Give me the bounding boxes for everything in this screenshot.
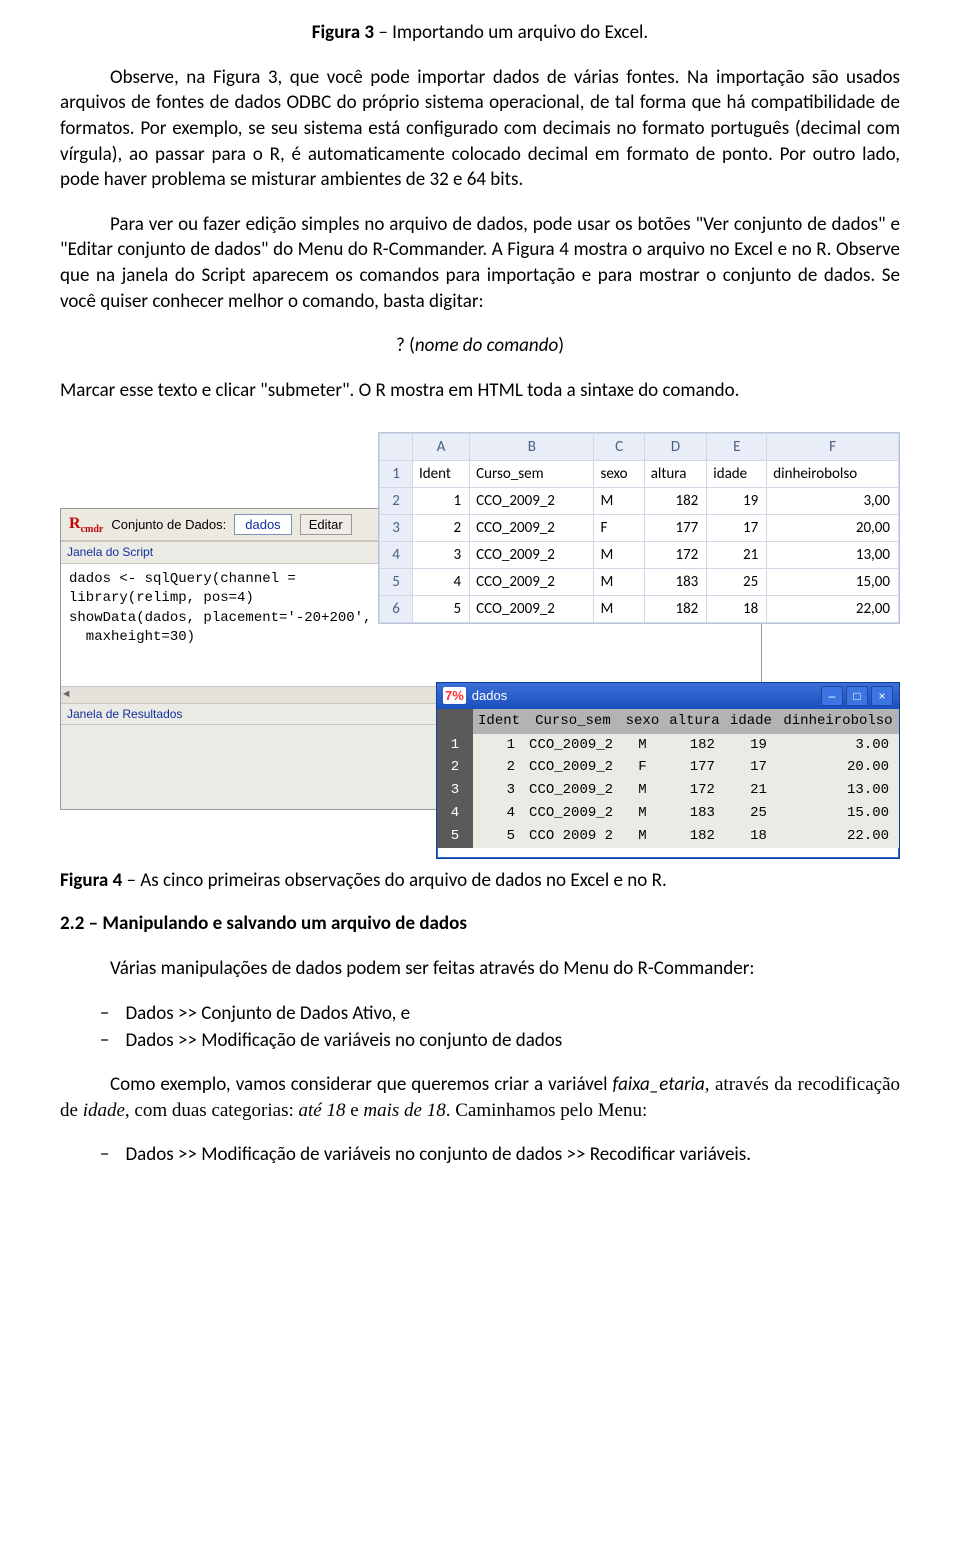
excel-cell[interactable]: 2 (413, 514, 470, 541)
excel-cell[interactable]: 177 (644, 514, 707, 541)
excel-cell[interactable]: 15,00 (767, 568, 899, 595)
dados-col-header: sexo (621, 709, 664, 734)
section-2-2-heading: 2.2 – Manipulando e salvando um arquivo … (60, 911, 900, 937)
figure4-composite: Rcmdr Conjunto de Dados: dados Editar Ja… (60, 432, 900, 862)
dados-col-header: Ident (473, 709, 525, 734)
figure4-text: – As cinco primeiras observações do arqu… (122, 869, 667, 892)
rcmdr-dataset-value[interactable]: dados (234, 514, 291, 536)
close-button[interactable]: × (871, 686, 893, 706)
paragraph-1: Observe, na Figura 3, que você pode impo… (60, 65, 900, 193)
excel-row-header[interactable]: 6 (380, 595, 413, 622)
excel-cell[interactable]: CCO_2009_2 (470, 541, 594, 568)
excel-col-header[interactable]: F (767, 433, 899, 460)
excel-cell[interactable]: 182 (644, 595, 707, 622)
excel-cell[interactable]: CCO_2009_2 (470, 568, 594, 595)
excel-row-header[interactable]: 2 (380, 487, 413, 514)
excel-cell[interactable]: F (594, 514, 644, 541)
rcommander-logo-icon: Rcmdr (69, 513, 103, 537)
table-row: 33CCO_2009_2M1722113.00 (437, 779, 899, 802)
chevron-left-icon: ◄ (63, 688, 70, 703)
table-row: 11CCO_2009_2M182193.00 (437, 734, 899, 757)
excel-cell[interactable]: sexo (594, 460, 644, 487)
dados-corner (437, 709, 473, 734)
excel-row-header[interactable]: 3 (380, 514, 413, 541)
excel-cell[interactable]: dinheirobolso (767, 460, 899, 487)
excel-row-header[interactable]: 1 (380, 460, 413, 487)
excel-cell[interactable]: Curso_sem (470, 460, 594, 487)
figure3-text: – Importando um arquivo do Excel. (374, 21, 648, 44)
excel-cell[interactable]: idade (707, 460, 767, 487)
dados-col-header: Curso_sem (525, 709, 621, 734)
excel-cell[interactable]: altura (644, 460, 707, 487)
minimize-button[interactable]: – (821, 686, 843, 706)
excel-cell[interactable]: CCO_2009_2 (470, 487, 594, 514)
excel-cell[interactable]: M (594, 487, 644, 514)
table-row: 22CCO_2009_2F1771720.00 (437, 756, 899, 779)
dados-window: 7% dados – □ × Ident Curso_sem sexo altu… (436, 682, 900, 859)
excel-corner-cell[interactable] (380, 433, 413, 460)
figure4-caption: Figura 4 – As cinco primeiras observaçõe… (60, 868, 900, 894)
excel-cell[interactable]: Ident (413, 460, 470, 487)
tk-icon: 7% (443, 687, 466, 705)
dados-title: dados (472, 687, 507, 705)
dados-col-header: altura (664, 709, 725, 734)
paragraph-4: Várias manipulações de dados podem ser f… (60, 956, 900, 982)
excel-window: A B C D E F 1 Ident Curso_sem sexo altur… (378, 432, 900, 624)
excel-cell[interactable]: 19 (707, 487, 767, 514)
figure4-label: Figura 4 (60, 869, 122, 892)
command-help-italic: nome do comando (415, 334, 558, 357)
rcmdr-edit-button[interactable]: Editar (300, 514, 352, 536)
list-item: −Dados >> Modificação de variáveis no co… (100, 1142, 900, 1168)
excel-cell[interactable]: 13,00 (767, 541, 899, 568)
excel-row-header[interactable]: 4 (380, 541, 413, 568)
excel-cell[interactable]: 1 (413, 487, 470, 514)
excel-cell[interactable]: M (594, 541, 644, 568)
excel-cell[interactable]: 17 (707, 514, 767, 541)
excel-cell[interactable]: 182 (644, 487, 707, 514)
paragraph-2: Para ver ou fazer edição simples no arqu… (60, 212, 900, 315)
excel-cell[interactable]: 22,00 (767, 595, 899, 622)
excel-col-header[interactable]: C (594, 433, 644, 460)
excel-cell[interactable]: 18 (707, 595, 767, 622)
excel-cell[interactable]: 20,00 (767, 514, 899, 541)
excel-col-header[interactable]: E (707, 433, 767, 460)
excel-col-header[interactable]: B (470, 433, 594, 460)
excel-col-header[interactable]: D (644, 433, 707, 460)
figure3-label: Figura 3 (312, 21, 374, 44)
dados-col-header: dinheirobolso (777, 709, 899, 734)
table-row: 44CCO_2009_2M1832515.00 (437, 802, 899, 825)
dados-titlebar[interactable]: 7% dados – □ × (437, 683, 899, 709)
dash-icon: − (100, 1001, 109, 1027)
excel-table: A B C D E F 1 Ident Curso_sem sexo altur… (379, 433, 899, 623)
excel-cell[interactable]: 25 (707, 568, 767, 595)
excel-cell[interactable]: CCO_2009_2 (470, 514, 594, 541)
maximize-button[interactable]: □ (846, 686, 868, 706)
excel-cell[interactable]: 21 (707, 541, 767, 568)
paragraph-3: Marcar esse texto e clicar "submeter". O… (60, 378, 900, 404)
excel-cell[interactable]: M (594, 568, 644, 595)
excel-cell[interactable]: CCO_2009_2 (470, 595, 594, 622)
list-item: −Dados >> Conjunto de Dados Ativo, e (100, 1001, 900, 1027)
command-help-line: ? (nome do comando) (60, 333, 900, 359)
excel-cell[interactable]: M (594, 595, 644, 622)
excel-cell[interactable]: 5 (413, 595, 470, 622)
dados-col-header: idade (725, 709, 777, 734)
excel-cell[interactable]: 183 (644, 568, 707, 595)
dados-table: Ident Curso_sem sexo altura idade dinhei… (437, 709, 899, 848)
bullet-list-1: −Dados >> Conjunto de Dados Ativo, e −Da… (100, 1001, 900, 1054)
bullet-list-2: −Dados >> Modificação de variáveis no co… (100, 1142, 900, 1168)
excel-cell[interactable]: 172 (644, 541, 707, 568)
dash-icon: − (100, 1028, 109, 1054)
rcmdr-dataset-label: Conjunto de Dados: (111, 516, 226, 534)
excel-cell[interactable]: 3 (413, 541, 470, 568)
figure3-caption: Figura 3 – Importando um arquivo do Exce… (60, 20, 900, 46)
list-item: −Dados >> Modificação de variáveis no co… (100, 1028, 900, 1054)
table-row: 55CCO 2009 2M1821822.00 (437, 825, 899, 848)
excel-cell[interactable]: 3,00 (767, 487, 899, 514)
excel-col-header[interactable]: A (413, 433, 470, 460)
paragraph-5: Como exemplo, vamos considerar que quere… (60, 1072, 900, 1123)
dash-icon: − (100, 1142, 109, 1168)
excel-row-header[interactable]: 5 (380, 568, 413, 595)
excel-cell[interactable]: 4 (413, 568, 470, 595)
